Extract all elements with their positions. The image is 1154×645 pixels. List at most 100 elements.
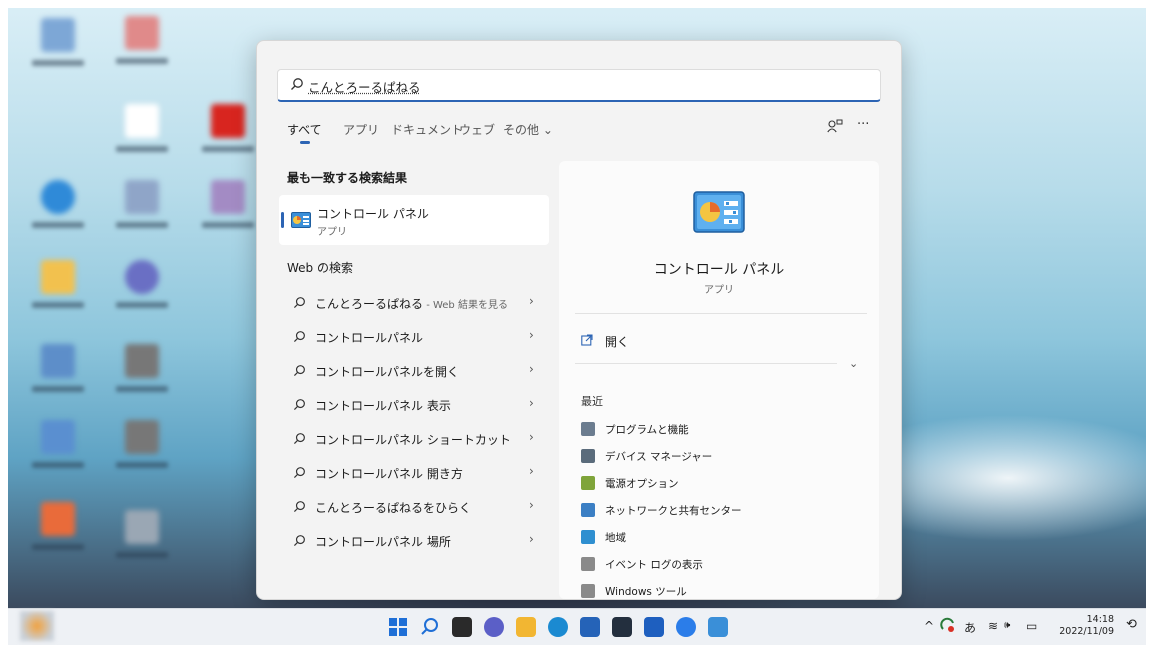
app-tray-icon[interactable]	[940, 617, 956, 636]
web-result-item[interactable]: コントロールパネル 開き方 ›	[279, 459, 549, 487]
web-result-label: コントロールパネル 表示	[315, 397, 451, 414]
best-match-item[interactable]: コントロール パネル アプリ	[279, 195, 549, 245]
web-result-label: コントロールパネル 開き方	[315, 465, 463, 482]
chevron-right-icon: ›	[529, 328, 534, 342]
open-label: 開く	[605, 335, 630, 349]
clock-date: 2022/11/09	[1059, 626, 1114, 637]
desktop-icon-image-2[interactable]	[114, 420, 170, 482]
volume-icon[interactable]: 🕪	[1004, 620, 1010, 631]
desktop-icon-mail[interactable]	[114, 104, 170, 166]
detail-app-name: コントロール パネル	[653, 262, 785, 278]
expand-chevron-icon[interactable]: ⌄	[849, 357, 858, 370]
tab-apps[interactable]: アプリ	[343, 121, 379, 138]
web-result-text: コントロールパネル	[315, 331, 424, 345]
web-result-item[interactable]: コントロールパネル 表示 ›	[279, 391, 549, 419]
battery-icon[interactable]: ▭	[1026, 619, 1037, 633]
search-panel: こんとろーるぱねる すべて アプリ ドキュメント ウェブ その他 ⌄ ··· 最…	[256, 40, 902, 600]
recent-item-label: デバイス マネージャー	[605, 451, 713, 463]
notification-icon[interactable]: ⟲	[1126, 617, 1137, 632]
search-icon	[293, 433, 305, 445]
tips-button[interactable]	[676, 617, 696, 637]
desktop-icon-settings-app[interactable]	[114, 260, 170, 322]
web-result-text: コントロールパネル ショートカット	[315, 433, 511, 447]
search-icon	[291, 78, 303, 90]
show-hidden-icons-chevron-icon[interactable]: ^	[924, 619, 934, 633]
best-match-name: コントロール パネル	[317, 207, 429, 221]
chevron-right-icon: ›	[529, 532, 534, 546]
desktop-icon-network[interactable]	[30, 344, 86, 406]
search-icon	[293, 297, 305, 309]
search-icon	[293, 501, 305, 513]
web-result-text: コントロールパネル 開き方	[315, 467, 463, 481]
web-result-item[interactable]: こんとろーるぱねるをひらく ›	[279, 493, 549, 521]
desktop-icon-video[interactable]	[114, 510, 170, 572]
web-result-label: コントロールパネル 場所	[315, 533, 451, 550]
desktop-icon-recycle-bin[interactable]	[30, 18, 86, 80]
search-query: こんとろーるぱねる	[308, 80, 421, 95]
detail-app-type: アプリ	[704, 285, 734, 296]
app-blue-button[interactable]	[644, 617, 664, 637]
ime-indicator[interactable]: あ	[964, 619, 976, 636]
web-result-item[interactable]: コントロールパネル ショートカット ›	[279, 425, 549, 453]
chevron-right-icon: ›	[529, 362, 534, 376]
web-result-text: コントロールパネル 表示	[315, 399, 451, 413]
edge-button[interactable]	[548, 617, 568, 637]
search-icon	[293, 467, 305, 479]
recent-item-label: プログラムと機能	[605, 424, 689, 436]
amazon-button[interactable]	[612, 617, 632, 637]
recent-item-label: 地域	[605, 532, 626, 544]
search-input[interactable]: こんとろーるぱねる	[277, 69, 881, 102]
task-view-button[interactable]	[452, 617, 472, 637]
tab-all[interactable]: すべて	[287, 121, 322, 138]
wifi-icon[interactable]: ≋	[988, 619, 998, 633]
programs-icon	[581, 422, 595, 436]
network-icon	[581, 503, 595, 517]
web-result-item[interactable]: コントロールパネル 場所 ›	[279, 527, 549, 555]
desktop-icon-acrobat[interactable]	[200, 104, 256, 166]
web-result-text: こんとろーるぱねる	[315, 297, 424, 311]
control-panel-icon	[291, 212, 311, 228]
web-result-item[interactable]: コントロールパネル ›	[279, 323, 549, 351]
divider	[575, 363, 837, 364]
file-explorer-button[interactable]	[516, 617, 536, 637]
account-icon[interactable]	[827, 119, 843, 137]
search-button[interactable]	[420, 617, 440, 637]
store-button[interactable]	[580, 617, 600, 637]
detail-pane: コントロール パネル アプリ 開く ⌄ 最近 プログラムと機能 デバイス マネージ…	[559, 161, 879, 599]
divider	[575, 313, 867, 314]
desktop-icon-app[interactable]	[200, 180, 256, 242]
desktop-icon-document[interactable]	[114, 16, 170, 78]
tab-web[interactable]: ウェブ	[459, 121, 495, 138]
search-icon	[421, 618, 438, 635]
clock-time: 14:18	[1086, 614, 1114, 625]
web-result-label: コントロールパネル ショートカット	[315, 431, 511, 448]
weather-widget[interactable]	[20, 611, 54, 641]
best-match-title: 最も一致する検索結果	[287, 171, 408, 185]
region-icon	[581, 530, 595, 544]
web-search-title: Web の検索	[287, 261, 353, 275]
chat-button[interactable]	[484, 617, 504, 637]
desktop-icon-home[interactable]	[30, 502, 86, 564]
tab-documents[interactable]: ドキュメント	[391, 121, 463, 138]
windows-tools-icon	[581, 584, 595, 598]
desktop-icon-search-app[interactable]	[114, 180, 170, 242]
web-result-label: コントロールパネル	[315, 329, 423, 346]
desktop-icon-image[interactable]	[114, 344, 170, 406]
start-button[interactable]	[388, 617, 408, 637]
control-panel-large-icon	[693, 191, 745, 233]
clock[interactable]: 14:18 2022/11/09	[1054, 614, 1114, 638]
web-result-label: こんとろーるぱねる - Web 結果を見る	[315, 295, 508, 312]
web-result-item[interactable]: コントロールパネルを開く ›	[279, 357, 549, 385]
tab-more[interactable]: その他 ⌄	[503, 121, 553, 138]
desktop-icon-folder[interactable]	[30, 260, 86, 322]
more-options-button[interactable]: ···	[857, 117, 869, 132]
recent-item-label: イベント ログの表示	[605, 559, 703, 571]
desktop-icon-picture[interactable]	[30, 420, 86, 482]
desktop-icon-edge[interactable]	[30, 180, 86, 242]
chevron-right-icon: ›	[529, 430, 534, 444]
control-panel-button[interactable]	[708, 617, 728, 637]
device-manager-icon	[581, 449, 595, 463]
active-tab-indicator	[300, 141, 310, 144]
web-result-item[interactable]: こんとろーるぱねる - Web 結果を見る ›	[279, 289, 549, 317]
web-result-text: コントロールパネルを開く	[315, 365, 460, 379]
